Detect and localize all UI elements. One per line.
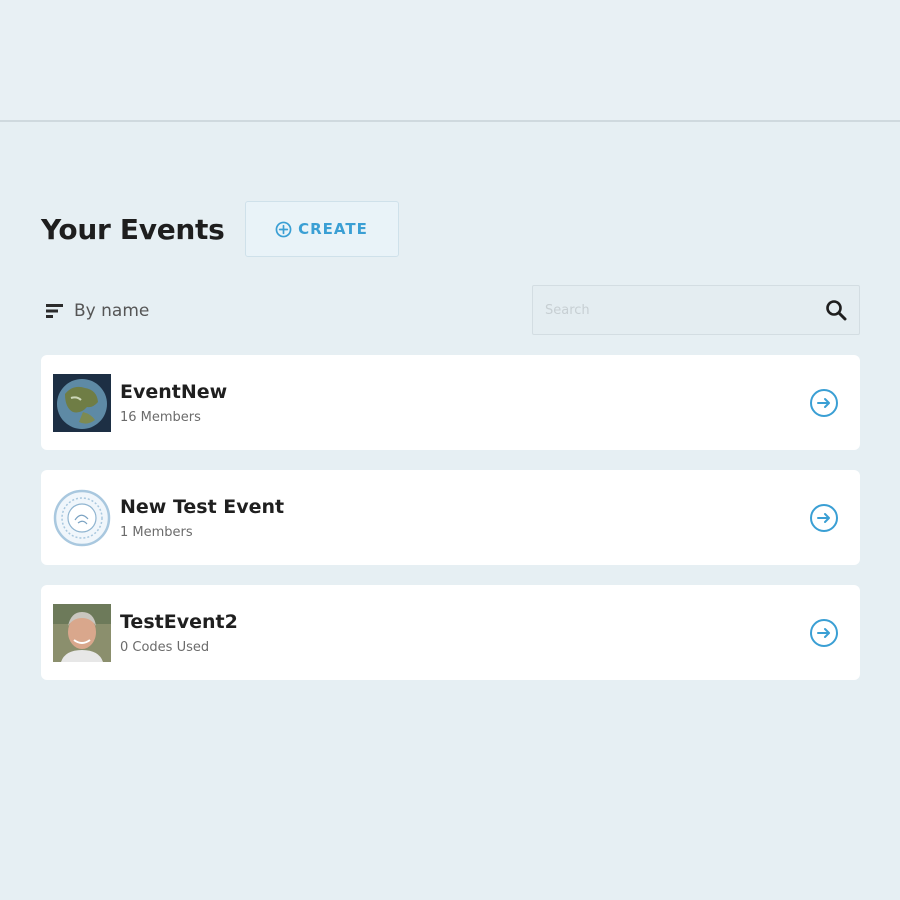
create-button-label: CREATE	[298, 220, 368, 238]
globe-image	[53, 373, 111, 432]
event-member-count: 16 Members	[120, 409, 201, 425]
search-icon[interactable]	[813, 299, 859, 321]
event-info: TestEvent2 0 Codes Used	[120, 611, 238, 655]
event-codes-used: 0 Codes Used	[120, 639, 210, 655]
arrow-circle-right-icon[interactable]	[808, 617, 840, 649]
sort-label: By name	[74, 301, 150, 321]
arrow-circle-right-icon[interactable]	[808, 387, 840, 419]
create-button[interactable]: CREATE	[244, 201, 399, 257]
page-title: Your Events	[41, 212, 225, 246]
event-card-new-test-event[interactable]: New Test Event 1 Members	[41, 470, 860, 565]
event-info: EventNew 16 Members	[120, 381, 227, 425]
event-name: New Test Event	[120, 495, 285, 518]
event-member-count: 1 Members	[120, 524, 193, 540]
event-card-eventnew[interactable]: EventNew 16 Members	[41, 355, 860, 450]
heading-row: Your Events CREATE	[41, 201, 399, 257]
event-info: New Test Event 1 Members	[120, 496, 284, 540]
event-list: EventNew 16 Members New Test Event 1 Mem…	[41, 355, 860, 700]
seal-logo	[53, 488, 111, 547]
sort-icon	[46, 303, 64, 319]
event-name: EventNew	[120, 380, 228, 403]
event-card-testevent2[interactable]: TestEvent2 0 Codes Used	[41, 585, 860, 680]
search-box	[532, 285, 860, 335]
sort-control[interactable]: By name	[46, 296, 149, 326]
top-bar	[0, 0, 900, 122]
event-name: TestEvent2	[120, 610, 238, 633]
search-input[interactable]	[533, 286, 813, 334]
arrow-circle-right-icon[interactable]	[808, 502, 840, 534]
plus-circle-icon	[275, 221, 292, 238]
person-photo	[53, 603, 111, 662]
